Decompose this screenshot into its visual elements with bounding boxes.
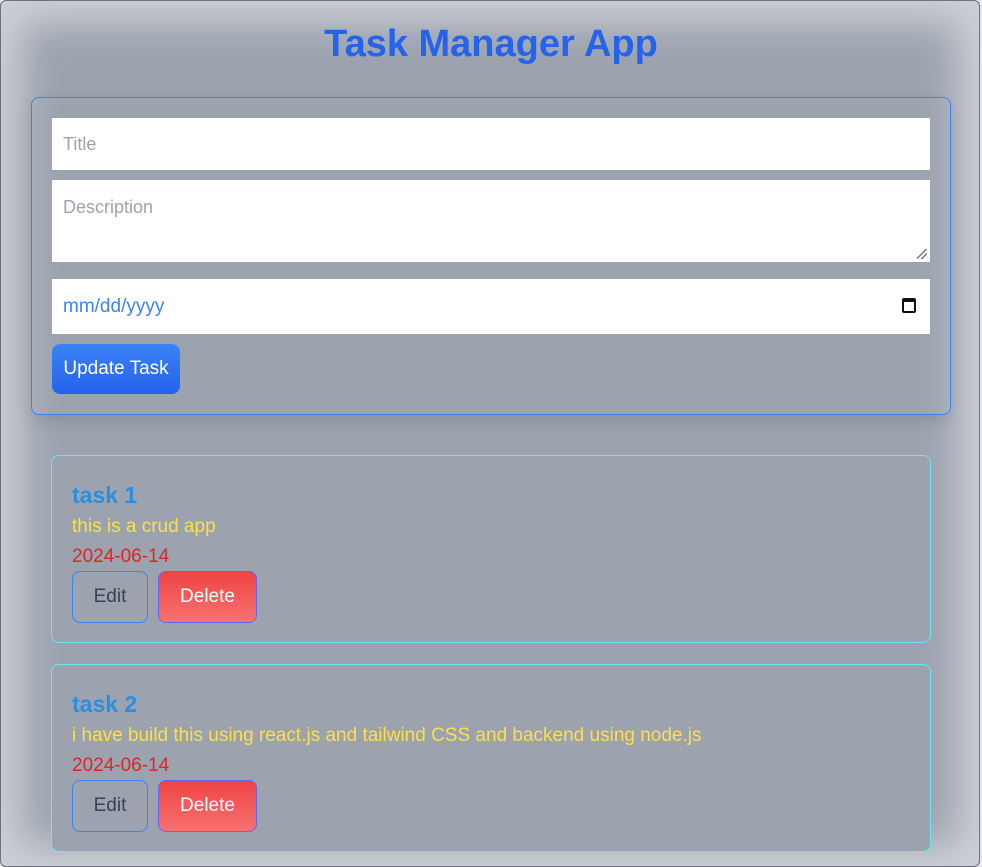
title-input[interactable]: Title xyxy=(52,118,930,170)
task-description: i have build this using react.js and tai… xyxy=(72,725,702,746)
task-title: task 2 xyxy=(72,691,138,717)
task-date: 2024-06-14 xyxy=(72,546,170,567)
update-task-button[interactable]: Update Task xyxy=(52,344,180,394)
description-placeholder: Description xyxy=(63,197,154,217)
edit-button[interactable]: Edit xyxy=(72,780,148,832)
task-card: task 1 this is a crud app 2024-06-14 Edi… xyxy=(51,455,931,643)
date-placeholder: mm/dd/yyyy xyxy=(63,296,165,317)
delete-button[interactable]: Delete xyxy=(158,780,257,832)
app-container: Task Manager App Title Description mm/dd… xyxy=(0,0,980,867)
task-title: task 1 xyxy=(72,482,138,508)
delete-button[interactable]: Delete xyxy=(158,571,257,623)
task-form: Title Description mm/dd/yyyy Update Task xyxy=(31,97,951,415)
description-textarea[interactable]: Description xyxy=(52,180,930,262)
edit-button[interactable]: Edit xyxy=(72,571,148,623)
date-input[interactable]: mm/dd/yyyy xyxy=(52,279,930,334)
task-date: 2024-06-14 xyxy=(72,755,170,776)
task-description: this is a crud app xyxy=(72,516,216,537)
calendar-icon[interactable] xyxy=(902,298,916,313)
task-card: task 2 i have build this using react.js … xyxy=(51,664,931,852)
resize-handle-icon[interactable] xyxy=(917,249,927,259)
page-title: Task Manager App xyxy=(324,23,658,65)
